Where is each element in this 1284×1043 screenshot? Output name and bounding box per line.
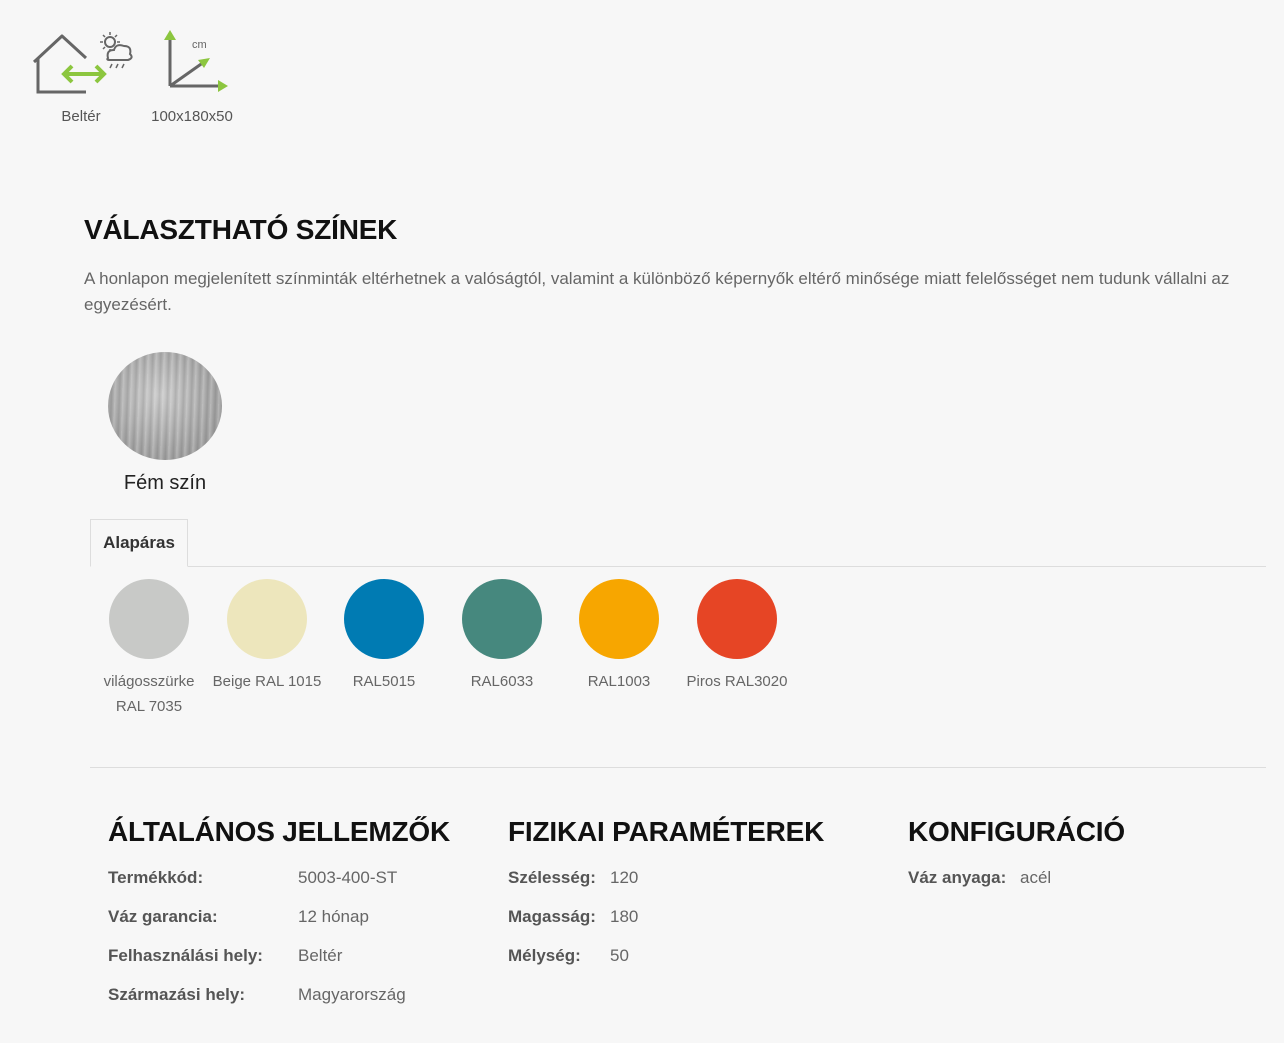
tab-bar-line [90,566,1266,567]
spec-row: Szélesség: 120 [508,868,898,907]
color-swatch-ral5015[interactable]: RAL5015 [325,579,443,694]
feature-indoor-label: Beltér [61,108,101,125]
metal-color-swatch[interactable] [108,352,222,460]
swatch-dot[interactable] [579,579,659,659]
spec-value: acél [1020,868,1052,887]
spec-row: Magasság: 180 [508,907,898,946]
indoor-house-icon [32,32,133,94]
swatch-name: Piros RAL3020 [686,673,788,690]
feature-dimensions-label: 100x180x50 [151,108,233,125]
physical-specs-title: FIZIKAI PARAMÉTEREK [508,816,825,847]
feature-dimensions: cm 100x180x50 [140,28,244,125]
spec-key: Mélység: [508,946,581,965]
spec-key: Származási hely: [108,985,246,1004]
spec-row: Felhasználási hely: Beltér [108,946,498,985]
colors-disclaimer: A honlapon megjelenített színminták elté… [84,269,1230,314]
spec-value: 180 [610,907,639,926]
spec-value: 12 hónap [298,907,369,926]
config-specs-title: KONFIGURÁCIÓ [908,816,1125,847]
spec-value: 5003-400-ST [298,868,398,887]
swatch-dot[interactable] [462,579,542,659]
dimensions-axes-icon: cm [164,30,228,92]
swatch-dot[interactable] [344,579,424,659]
general-specs-title: ÁLTALÁNOS JELLEMZŐK [108,816,451,847]
spec-value: 50 [610,946,629,965]
color-swatch-ral1003[interactable]: RAL1003 [560,579,678,694]
spec-key: Felhasználási hely: [108,946,263,965]
config-specs: KONFIGURÁCIÓ Váz anyaga: acél [908,816,1258,907]
spec-value: 120 [610,868,639,887]
spec-key: Termékkód: [108,868,204,887]
spec-row: Mélység: 50 [508,946,898,985]
dims-unit: cm [192,39,207,51]
tab-alaparas[interactable]: Alapáras [90,519,188,567]
spec-row: Származási hely: Magyarország [108,985,498,1024]
spec-row: Váz garancia: 12 hónap [108,907,498,946]
spec-value: Beltér [298,946,343,965]
spec-key: Magasság: [508,907,596,926]
spec-row: Váz anyaga: acél [908,868,1258,907]
spec-key: Szélesség: [508,868,596,887]
swatch-dot[interactable] [109,579,189,659]
section-divider [90,767,1266,768]
spec-key: Váz anyaga: [908,868,1007,887]
spec-row: Termékkód: 5003-400-ST [108,868,498,907]
spec-value: Magyarország [298,985,406,1004]
swatch-dot[interactable] [697,579,777,659]
swatch-name: Beige RAL 1015 [212,673,322,690]
feature-indoor: Beltér [28,28,134,125]
color-swatch-ral3020[interactable]: Piros RAL3020 [678,579,796,694]
color-swatch-ral6033[interactable]: RAL6033 [443,579,561,694]
metal-color-label: Fém szín [123,472,207,494]
general-specs: ÁLTALÁNOS JELLEMZŐK Termékkód: 5003-400-… [108,816,498,1024]
swatch-name: RAL6033 [470,673,534,690]
spec-key: Váz garancia: [108,907,218,926]
color-swatch-ral1015[interactable]: Beige RAL 1015 [208,579,326,694]
swatch-name: világosszürke RAL 7035 [103,673,195,715]
swatch-dot[interactable] [227,579,307,659]
swatch-name: RAL1003 [587,673,651,690]
colors-section-title: VÁLASZTHATÓ SZÍNEK [84,214,398,245]
swatch-name: RAL5015 [352,673,416,690]
physical-specs: FIZIKAI PARAMÉTEREK Szélesség: 120 Magas… [508,816,898,985]
color-swatch-ral7035[interactable]: világosszürke RAL 7035 [90,579,208,719]
